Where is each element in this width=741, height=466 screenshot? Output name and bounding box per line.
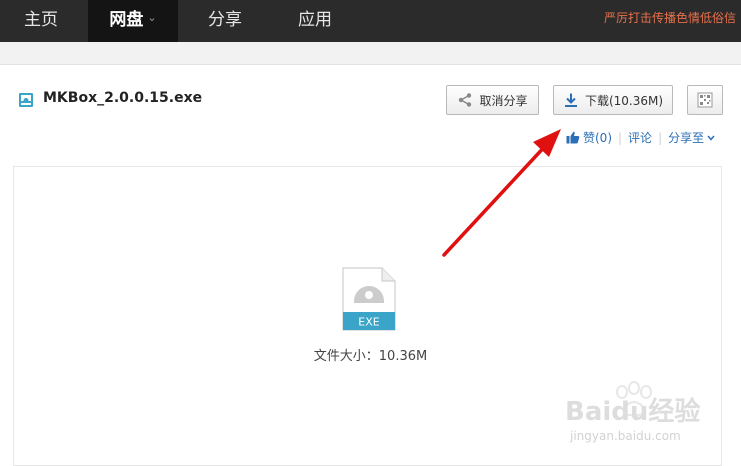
share-to-label: 分享至 (668, 131, 705, 145)
divider: | (618, 130, 623, 145)
qr-code-button[interactable] (687, 85, 723, 115)
share-icon (459, 93, 472, 107)
nav-share[interactable]: 分享 (190, 0, 260, 42)
exe-file-large-icon: EXE (342, 267, 396, 331)
chevron-down-icon: ⌄ (147, 11, 157, 24)
watermark-brand: Baidu经验 (565, 396, 700, 427)
thumbs-up-icon (566, 131, 580, 144)
nav-home[interactable]: 主页 (0, 0, 82, 42)
file-name-title: MKBox_2.0.0.15.exe (43, 90, 203, 106)
nav-netdisk-label: 网盘 (109, 10, 144, 30)
download-button[interactable]: 下载(10.36M) (553, 85, 673, 115)
chevron-down-icon (707, 135, 715, 141)
top-nav-bar: 主页 网盘 ⌄ 分享 应用 严厉打击传播色情低俗信 (0, 0, 741, 42)
file-size-label: 文件大小：10.36M (313, 349, 428, 364)
download-icon (564, 93, 577, 107)
header-separator (0, 42, 741, 65)
nav-netdisk[interactable]: 网盘 ⌄ (88, 0, 178, 42)
exe-file-icon (19, 93, 33, 107)
cancel-share-label: 取消分享 (479, 93, 528, 108)
share-to-dropdown[interactable]: 分享至 (668, 129, 715, 146)
watermark-url: jingyan.baidu.com (569, 429, 681, 443)
like-button[interactable]: 赞(0) (566, 129, 612, 146)
qr-code-icon (697, 92, 713, 108)
baidu-jingyan-watermark: Baidu经验 jingyan.baidu.com (565, 381, 700, 443)
cancel-share-button[interactable]: 取消分享 (446, 85, 539, 115)
divider: | (658, 130, 663, 145)
nav-apps[interactable]: 应用 (280, 0, 350, 42)
comment-link[interactable]: 评论 (628, 129, 652, 146)
file-actions-row: 赞(0) | 评论 | 分享至 (566, 129, 715, 146)
notice-banner[interactable]: 严厉打击传播色情低俗信 (604, 0, 741, 42)
like-label: 赞(0) (583, 131, 612, 145)
download-label: 下载(10.36M) (584, 93, 664, 108)
exe-badge-text: EXE (358, 316, 379, 329)
